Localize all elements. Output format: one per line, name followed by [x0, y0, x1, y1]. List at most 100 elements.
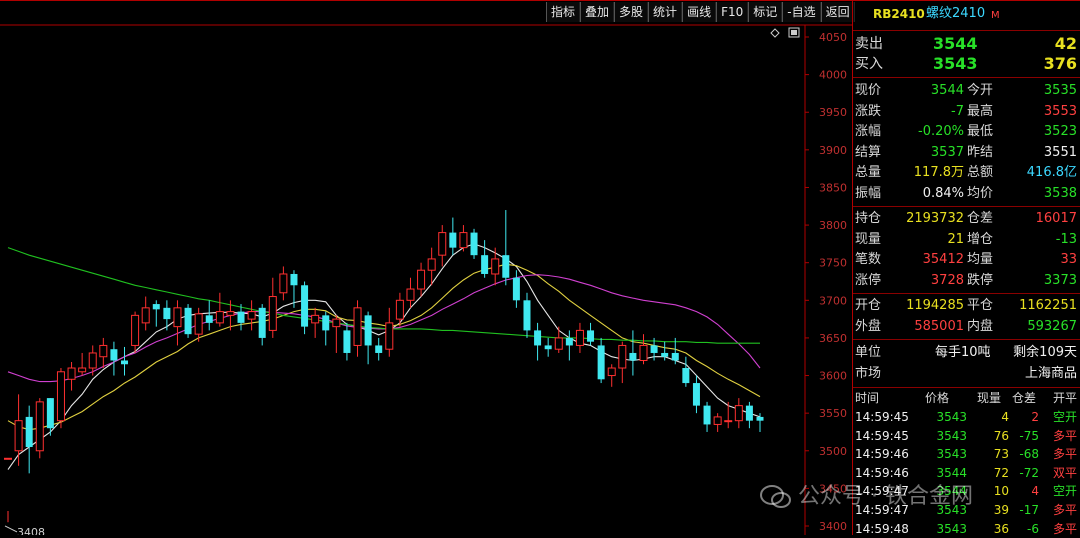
candle-body	[597, 345, 605, 380]
candle-body	[322, 315, 330, 331]
stat-label: 跌停	[967, 272, 994, 288]
stat-value: 585001	[914, 318, 964, 334]
tick-price: 3543	[936, 410, 967, 424]
candle-body	[449, 232, 457, 248]
stat-label: 总额	[967, 165, 994, 180]
toolbar-button-7[interactable]: -自选	[782, 2, 821, 22]
window-icon-inner	[791, 30, 797, 35]
tick-row[interactable]: 14:59:45 3543 4 2 空开	[853, 408, 1079, 426]
tick-price: 3543	[936, 447, 967, 462]
candle-body	[523, 300, 531, 331]
toolbar-button-2[interactable]: 多股	[614, 2, 649, 22]
sell-row[interactable]: 卖出 3544 42	[853, 34, 1079, 54]
separator	[853, 339, 1080, 340]
diamond-icon[interactable]	[770, 28, 780, 38]
candle-body	[25, 416, 33, 448]
axis-tick-label: 3800	[819, 219, 847, 232]
candle-body	[734, 405, 743, 422]
unit-row: 单位 每手10吨 剩余109天	[853, 343, 1079, 363]
candle-body	[247, 311, 256, 320]
candle-body	[629, 352, 637, 361]
stat-value: -13	[1055, 231, 1077, 247]
stat-value: 1162251	[1019, 298, 1077, 313]
candle-body	[395, 299, 404, 320]
buy-label: 买入	[855, 56, 883, 72]
tick-header-cell: 现量	[977, 391, 1002, 405]
buy-volume: 376	[1043, 54, 1077, 73]
tick-type: 多平	[1052, 428, 1077, 443]
market-value: 上海商品	[1024, 366, 1077, 381]
unit-label: 单位	[855, 345, 882, 360]
stat-value: 2193732	[906, 211, 964, 226]
toolbar-button-4[interactable]: 画线	[682, 2, 717, 22]
candle-body	[502, 255, 510, 278]
buy-price: 3543	[933, 54, 978, 73]
tick-oi-change: -17	[1019, 503, 1039, 517]
stat-label: 振幅	[855, 185, 882, 201]
separator	[853, 387, 1080, 388]
candle-body	[756, 416, 764, 421]
candle-body	[99, 344, 108, 358]
candle-body	[692, 383, 700, 406]
buy-row[interactable]: 买入 3543 376	[853, 54, 1079, 74]
stat-label: 涨跌	[855, 103, 882, 119]
axis-tick-label: 3900	[819, 144, 847, 157]
candle-body	[152, 304, 160, 310]
candle-body	[406, 288, 415, 301]
stat-row: 外盘 585001 内盘 593267	[853, 317, 1079, 337]
stat-value: 3537	[930, 144, 964, 160]
candle-body	[141, 307, 150, 324]
tick-oi-change: 4	[1031, 484, 1039, 499]
candle-body	[438, 232, 447, 256]
tick-volume: 76	[993, 428, 1009, 443]
stat-value: 117.8万	[913, 165, 964, 180]
tick-header-cell: 仓差	[1012, 391, 1037, 405]
stat-label: 最低	[967, 124, 994, 139]
axis-tick-label: 3850	[819, 181, 847, 194]
ma-line-3	[7, 247, 760, 344]
axis-tick-label: 3550	[819, 407, 847, 420]
axis-tick-label: 3700	[819, 294, 847, 307]
separator	[853, 206, 1080, 207]
candle-body	[290, 273, 298, 286]
candle-body	[205, 315, 213, 323]
separator	[853, 293, 1080, 294]
tick-oi-change: -75	[1019, 428, 1039, 443]
stat-value: 3538	[1043, 185, 1077, 201]
toolbar-button-0[interactable]: 指标	[546, 2, 581, 22]
stat-row: 结算 3537 昨结 3551	[853, 143, 1079, 163]
candle-body	[512, 277, 520, 301]
tick-row[interactable]: 14:59:45 3543 76 -75 多平	[853, 427, 1079, 445]
toolbar-button-1[interactable]: 叠加	[580, 2, 615, 22]
axis-tick-label: 3750	[819, 257, 847, 270]
stat-value: 593267	[1027, 318, 1077, 334]
toolbar-button-6[interactable]: 标记	[748, 2, 783, 22]
stat-label: 涨幅	[855, 124, 882, 139]
stat-value: 3728	[930, 272, 964, 288]
stat-value: -7	[951, 103, 964, 119]
candle-body	[682, 368, 690, 384]
toolbar-button-5[interactable]: F10	[716, 2, 749, 22]
candle-body	[163, 307, 171, 320]
stat-value: 3551	[1043, 144, 1077, 160]
tick-volume: 73	[993, 447, 1009, 462]
tick-row[interactable]: 14:59:46 3543 73 -68 多平	[853, 445, 1079, 463]
price-axis: 4050 4000 3950 3900 3850 3800 3750 3700 3650 3600…	[0, 24, 852, 535]
candle-body	[671, 352, 679, 361]
candle-body	[46, 398, 54, 429]
panel-title: RB2410 螺纹2410 M	[853, 4, 1079, 26]
toolbar-button-3[interactable]: 统计	[648, 2, 683, 22]
stat-row: 涨停 3728 跌停 3373	[853, 271, 1079, 291]
candle-body	[417, 269, 426, 290]
tick-volume: 4	[1001, 410, 1009, 424]
kline-chart[interactable]: 4050 4000 3950 3900 3850 3800 3750 3700 3650 3600…	[0, 0, 852, 535]
stat-value: 3553	[1043, 103, 1077, 119]
tick-time: 14:59:46	[855, 447, 909, 462]
stat-value: 3523	[1043, 124, 1077, 139]
contract-flag: M	[991, 10, 1000, 21]
toolbar-button-8[interactable]: 返回	[820, 2, 855, 22]
tick-time: 14:59:45	[855, 410, 909, 424]
stat-value: 33	[1060, 252, 1077, 267]
quote-panel: RB2410 螺纹2410 M 卖出 3544 42 买入 3543 376 现…	[852, 0, 1080, 536]
market-label: 市场	[855, 366, 882, 381]
